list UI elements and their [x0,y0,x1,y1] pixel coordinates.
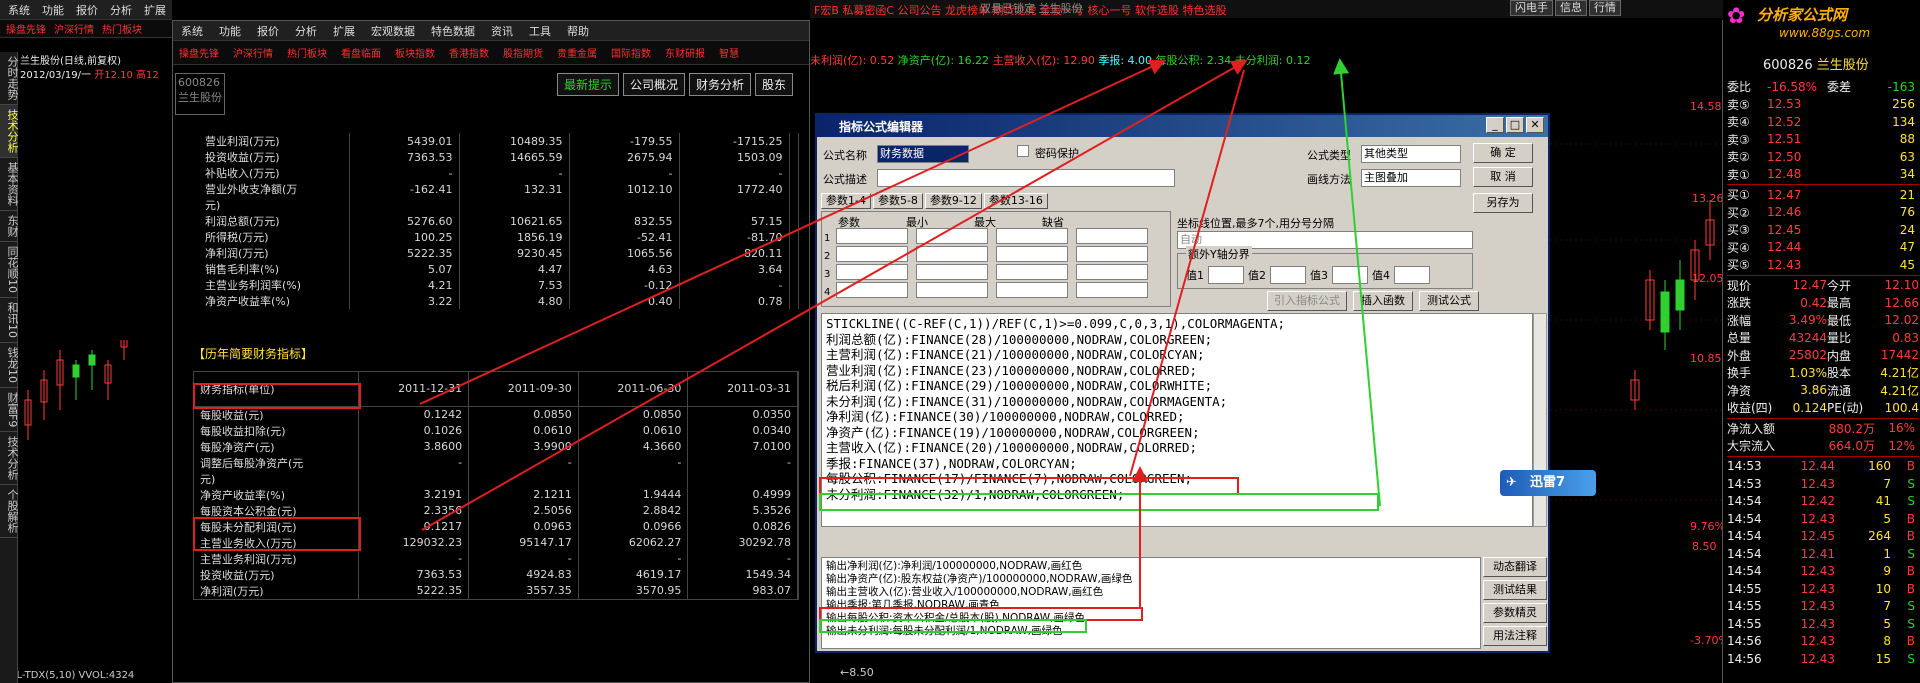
annotation-arrows [419,58,1381,608]
arrow-header-to-quarter [419,59,1166,405]
app-root: 系统 功能 报价 分析 扩展 操盘先锋 沪深行情 热门板块 兰生股份(日线,前复… [0,0,1920,683]
arrow-reserve-to-indicator [421,60,1248,531]
arrow-undistributed-to-indicator [1333,58,1381,507]
arrow-code-to-indicator [1129,69,1245,477]
